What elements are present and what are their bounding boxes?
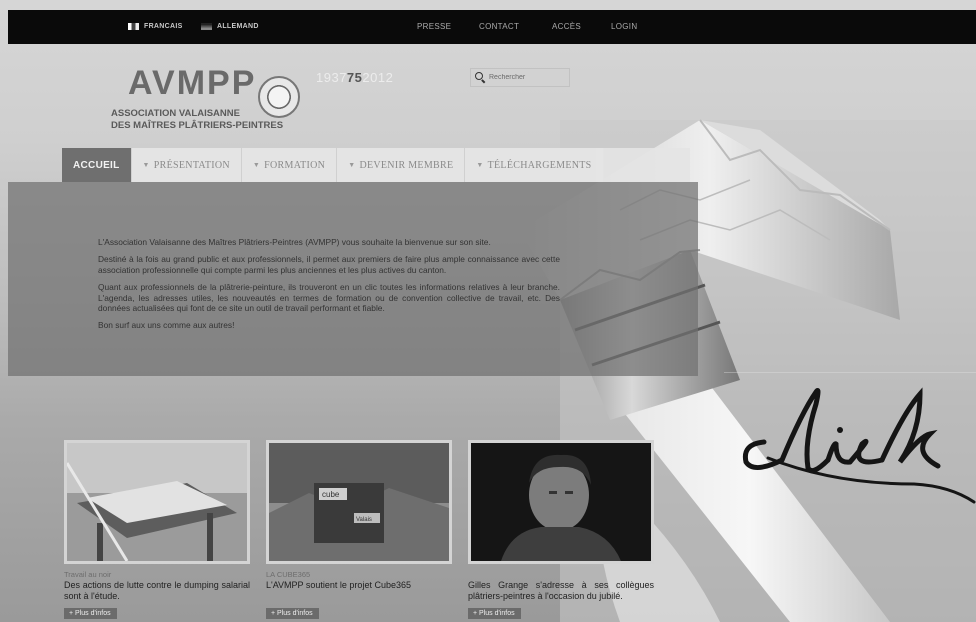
card-image-cube365[interactable]: cube Valais (266, 440, 452, 564)
top-bar: FRANCAIS ALLEMAND PRESSE CONTACT ACCÈS L… (8, 10, 976, 44)
nav-item-devenir-membre[interactable]: ▼ DEVENIR MEMBRE (337, 148, 466, 182)
nav-item-presentation[interactable]: ▼ PRÉSENTATION (131, 148, 242, 182)
nav-item-label: FORMATION (264, 159, 326, 171)
news-card: Travail au noir Des actions de lutte con… (64, 440, 250, 620)
logo-subtitle: ASSOCIATION VALAISANNE DES MAÎTRES PLÂTR… (111, 108, 283, 132)
de-flag-icon (201, 23, 212, 30)
intro-paragraph: Quant aux professionnels de la plâtrerie… (98, 282, 560, 314)
card-tag: LA CUBE365 (266, 570, 311, 579)
chevron-down-icon: ▼ (142, 161, 150, 169)
chevron-down-icon: ▼ (252, 161, 261, 169)
nav-item-label: TÉLÉCHARGEMENTS (487, 159, 592, 171)
chevron-down-icon: ▼ (476, 161, 484, 169)
news-card: cube Valais LA CUBE365 L'AVMPP soutient … (266, 440, 452, 620)
intro-paragraph: L'Association Valaisanne des Maîtres Plâ… (98, 237, 491, 247)
card-image-workshop[interactable] (64, 440, 250, 564)
more-info-button[interactable]: + Plus d'infos (468, 608, 521, 619)
svg-text:cube: cube (322, 490, 340, 499)
top-link-contact[interactable]: CONTACT (479, 22, 519, 31)
nav-item-formation[interactable]: ▼ FORMATION (241, 148, 338, 182)
logo-subtitle-line1: ASSOCIATION VALAISANNE (111, 108, 240, 119)
fr-flag-icon (128, 23, 139, 30)
nav-item-label: ACCUEIL (73, 159, 120, 171)
card-tag: Travail au noir (64, 570, 112, 579)
language-francais[interactable]: FRANCAIS (128, 23, 183, 30)
svg-text:Valais: Valais (356, 517, 372, 523)
intro-text: L'Association Valaisanne des Maîtres Plâ… (98, 237, 560, 338)
search-input[interactable] (489, 74, 569, 81)
card-title[interactable]: L'AVMPP soutient le projet Cube365 (266, 580, 452, 602)
intro-paragraph: Destiné à la fois au grand public et aux… (98, 254, 560, 275)
more-info-button[interactable]: + Plus d'infos (64, 608, 117, 619)
page: FRANCAIS ALLEMAND PRESSE CONTACT ACCÈS L… (0, 0, 976, 622)
nav-item-telechargements[interactable]: ▼ TÉLÉCHARGEMENTS (465, 148, 604, 182)
language-allemand[interactable]: ALLEMAND (201, 23, 259, 30)
logo-title[interactable]: AVMPP (128, 64, 256, 103)
intro-paragraph: Bon surf aux uns comme aux autres! (98, 320, 235, 331)
card-tag (468, 570, 654, 579)
nav-filler (596, 148, 690, 182)
news-card: Gilles Grange s'adresse à ses collègues … (468, 440, 654, 620)
year-anniversary: 75 (346, 70, 363, 85)
chevron-down-icon: ▼ (348, 161, 356, 169)
top-link-login[interactable]: LOGIN (611, 22, 637, 31)
language-label: FRANCAIS (144, 23, 183, 30)
nav-item-label: DEVENIR MEMBRE (359, 159, 454, 171)
card-image-portrait[interactable] (468, 440, 654, 564)
anniversary-years: 1937752012 (316, 70, 393, 85)
card-title[interactable]: Des actions de lutte contre le dumping s… (64, 580, 250, 602)
main-nav: ACCUEIL ▼ PRÉSENTATION ▼ FORMATION ▼ DEV… (62, 148, 604, 182)
click-signature-icon (724, 372, 976, 504)
year-start: 1937 (316, 70, 347, 85)
top-link-presse[interactable]: PRESSE (417, 22, 451, 31)
search-box[interactable] (470, 68, 570, 87)
language-label: ALLEMAND (217, 23, 259, 30)
more-info-button[interactable]: + Plus d'infos (266, 608, 319, 619)
nav-item-label: PRÉSENTATION (153, 159, 230, 171)
seal-logo-icon (258, 76, 300, 118)
search-icon[interactable] (475, 72, 484, 83)
logo-subtitle-line2: DES MAÎTRES PLÂTRIERS-PEINTRES (111, 120, 284, 131)
card-title[interactable]: Gilles Grange s'adresse à ses collègues … (468, 580, 654, 602)
top-link-acces[interactable]: ACCÈS (552, 22, 581, 31)
year-end: 2012 (362, 70, 394, 85)
nav-item-accueil[interactable]: ACCUEIL (62, 148, 132, 182)
